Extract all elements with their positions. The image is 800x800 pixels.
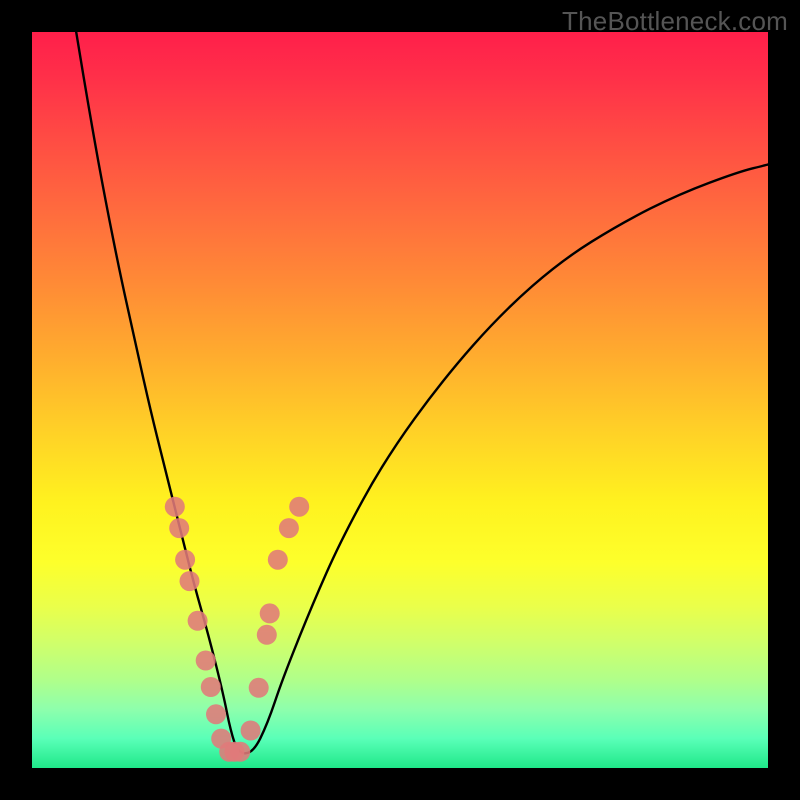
curve-marker <box>180 571 200 591</box>
curve-marker <box>165 497 185 517</box>
chart-frame: TheBottleneck.com <box>0 0 800 800</box>
curve-marker <box>196 651 216 671</box>
curve-marker <box>289 497 309 517</box>
curve-marker <box>206 704 226 724</box>
curve-marker <box>188 611 208 631</box>
curve-marker <box>268 550 288 570</box>
curve-marker <box>175 550 195 570</box>
curve-marker <box>241 721 261 741</box>
marker-group <box>165 497 309 762</box>
curve-layer <box>32 32 768 768</box>
curve-marker <box>201 677 221 697</box>
curve-marker <box>279 518 299 538</box>
curve-marker <box>249 678 269 698</box>
bottleneck-curve <box>76 32 768 753</box>
curve-marker <box>257 625 277 645</box>
plot-area <box>32 32 768 768</box>
curve-marker <box>169 518 189 538</box>
curve-marker <box>260 603 280 623</box>
curve-marker <box>230 742 250 762</box>
